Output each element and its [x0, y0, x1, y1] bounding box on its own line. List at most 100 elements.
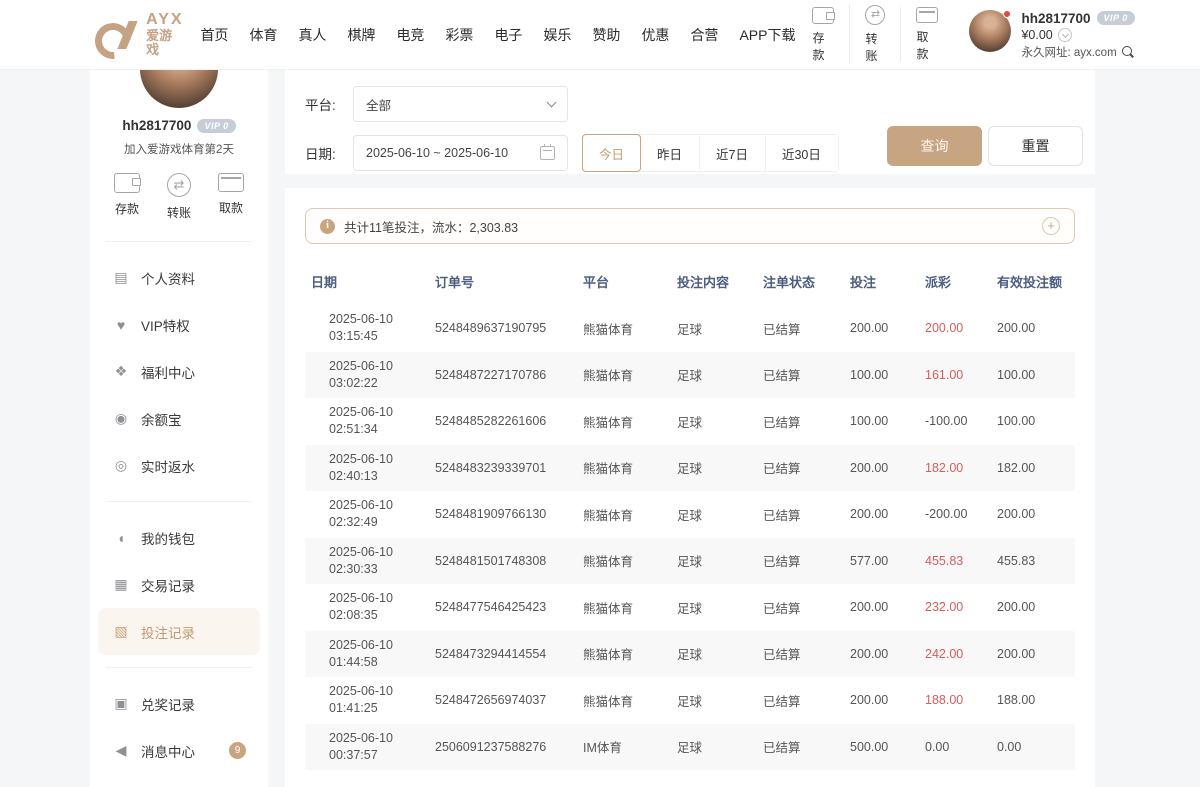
sidebar-item-feedback[interactable]: ✎ 意见反馈: [98, 774, 260, 787]
summary-bar: 共计11笔投注，流水：2,303.83: [305, 208, 1075, 244]
wallet-icon: [114, 173, 140, 193]
permanent-site-url: 永久网址: ayx.com: [1021, 44, 1116, 60]
search-button[interactable]: 查询: [887, 126, 982, 166]
cell-status: 已结算: [757, 538, 844, 585]
table-row: 2025-06-10 03:02:22 5248487227170786 熊猫体…: [305, 352, 1075, 399]
cell-bet-content: 足球: [671, 305, 757, 352]
deposit-action[interactable]: 存款: [114, 173, 140, 221]
nav-item[interactable]: 电竞: [394, 19, 426, 51]
platform-label: 平台:: [305, 94, 353, 114]
sidebar-item-transactions[interactable]: ▦ 交易记录: [98, 561, 260, 608]
cell-order-number: 5248473294414554: [429, 631, 577, 678]
table-row: 2025-06-10 02:40:13 5248483239339701 熊猫体…: [305, 445, 1075, 492]
nav-item[interactable]: 电子: [492, 19, 524, 51]
cell-valid-amount: 200.00: [991, 491, 1075, 538]
moneybag-icon: ◉: [112, 410, 130, 427]
cell-date: 2025-06-10 00:37:57: [305, 724, 429, 771]
nav-item[interactable]: 娱乐: [541, 19, 573, 51]
cell-order-number: 5248489637190795: [429, 305, 577, 352]
cell-valid-amount: 100.00: [991, 398, 1075, 445]
transfer-action[interactable]: 转账: [167, 173, 191, 221]
sidebar-item-prizes[interactable]: ▣ 兑奖记录: [98, 680, 260, 727]
date-label: 日期:: [305, 143, 353, 163]
sidebar-item-rebate[interactable]: ◎ 实时返水: [98, 442, 260, 489]
bet-record-icon: ▧: [112, 623, 130, 640]
rebate-icon: ◎: [112, 457, 130, 474]
cell-bet-content: 足球: [671, 352, 757, 399]
nav-item[interactable]: 赞助: [590, 19, 622, 51]
subtotal-bet: 2477.00: [844, 770, 919, 787]
cell-valid-amount: 100.00: [991, 352, 1075, 399]
date-preset-button[interactable]: 近7日: [699, 135, 765, 171]
date-preset-button[interactable]: 昨日: [640, 135, 699, 171]
reset-button[interactable]: 重置: [988, 126, 1083, 166]
nav-item[interactable]: 真人: [296, 19, 328, 51]
info-icon: [320, 219, 335, 234]
cell-valid-amount: 200.00: [991, 305, 1075, 352]
bet-records-panel: 共计11笔投注，流水：2,303.83 日期订单号平台投注内容注单状态投注派彩有…: [285, 188, 1095, 787]
balance-chevron-down-icon[interactable]: [1058, 28, 1072, 42]
date-preset-button[interactable]: 今日: [582, 134, 641, 172]
username: hh2817700: [1021, 11, 1090, 26]
platform-select[interactable]: 全部: [353, 86, 568, 122]
cell-status: 已结算: [757, 677, 844, 724]
avatar[interactable]: [969, 10, 1011, 52]
cell-bet-amount: 200.00: [844, 305, 919, 352]
cell-bet-content: 足球: [671, 631, 757, 678]
sidebar-item-bet-records[interactable]: ▧ 投注记录: [98, 608, 260, 655]
cell-status: 已结算: [757, 445, 844, 492]
nav-item[interactable]: APP下载: [737, 19, 797, 51]
sidebar-item-profile[interactable]: ▤ 个人资料: [98, 254, 260, 301]
cell-order-number: 5248477546425423: [429, 584, 577, 631]
column-header: 投注: [844, 258, 919, 305]
nav-item[interactable]: 棋牌: [345, 19, 377, 51]
cell-platform: 熊猫体育: [577, 677, 671, 724]
sidebar-item-vip[interactable]: ♥ VIP特权: [98, 301, 260, 348]
cell-payout: 182.00: [919, 445, 991, 492]
cell-valid-amount: 455.83: [991, 538, 1075, 585]
withdraw-action[interactable]: 取款: [900, 7, 953, 62]
bet-records-table: 日期订单号平台投注内容注单状态投注派彩有效投注额 2025-06-10 03:1…: [305, 258, 1075, 787]
cell-bet-amount: 200.00: [844, 491, 919, 538]
main-nav: 首页体育真人棋牌电竞彩票电子娱乐赞助优惠合营 APP下载: [198, 19, 797, 51]
nav-item[interactable]: 合营: [688, 19, 720, 51]
cell-bet-amount: 500.00: [844, 724, 919, 771]
cell-status: 已结算: [757, 352, 844, 399]
nav-item[interactable]: 首页: [198, 19, 230, 51]
cell-status: 已结算: [757, 631, 844, 678]
cell-bet-content: 足球: [671, 491, 757, 538]
deposit-action[interactable]: 存款: [797, 7, 849, 63]
transfer-action[interactable]: 转账: [849, 5, 900, 64]
bank-card-icon: [916, 7, 938, 23]
nav-item[interactable]: 彩票: [443, 19, 475, 51]
cell-order-number: 5248481909766130: [429, 491, 577, 538]
sidebar-item-wallet[interactable]: ◖ 我的钱包: [98, 514, 260, 561]
sidebar-item-welfare[interactable]: ❖ 福利中心: [98, 348, 260, 395]
expand-plus-icon[interactable]: [1042, 217, 1060, 235]
cell-status: 已结算: [757, 584, 844, 631]
cell-bet-amount: 577.00: [844, 538, 919, 585]
profile-username: hh2817700: [122, 118, 191, 133]
cell-order-number: 5248481501748308: [429, 538, 577, 585]
notification-badge: 9: [229, 742, 246, 759]
brand-logo[interactable]: AYX 爱游戏: [95, 11, 184, 57]
cell-payout: 0.00: [919, 724, 991, 771]
withdraw-action[interactable]: 取款: [218, 173, 244, 221]
brand-subname: 爱游戏: [146, 29, 184, 58]
cell-order-number: 5248485282261606: [429, 398, 577, 445]
brand-logo-icon: [95, 19, 138, 51]
cell-bet-amount: 100.00: [844, 398, 919, 445]
joined-days-text: 加入爱游戏体育第2天: [90, 141, 268, 157]
date-range-input[interactable]: 2025-06-10 ~ 2025-06-10: [353, 135, 568, 171]
cell-date: 2025-06-10 01:44:58: [305, 631, 429, 678]
cell-valid-amount: 200.00: [991, 631, 1075, 678]
sidebar-item-yuebao[interactable]: ◉ 余额宝: [98, 395, 260, 442]
sidebar-item-messages[interactable]: ◀ 消息中心 9: [98, 727, 260, 774]
nav-item[interactable]: 体育: [247, 19, 279, 51]
divider: [106, 241, 252, 242]
search-icon[interactable]: [1121, 45, 1134, 58]
cell-date: 2025-06-10 02:51:34: [305, 398, 429, 445]
nav-item[interactable]: 优惠: [639, 19, 671, 51]
date-preset-button[interactable]: 近30日: [765, 135, 838, 171]
transfer-icon: [865, 5, 885, 25]
